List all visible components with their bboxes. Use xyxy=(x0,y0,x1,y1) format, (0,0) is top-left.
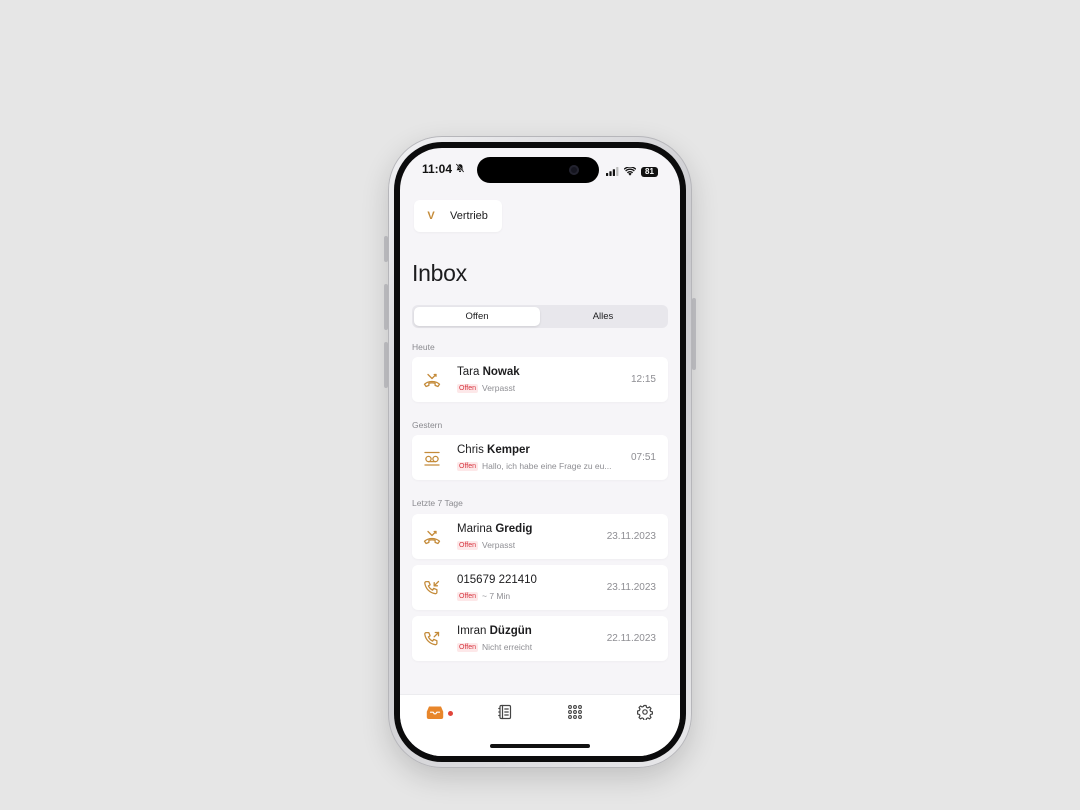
row-time: 23.11.2023 xyxy=(606,531,656,542)
status-badge: Offen xyxy=(457,540,478,550)
status-time-text: 11:04 xyxy=(422,162,453,176)
stage: 11:04 81 V Vertrieb Inbox Offen Alles He… xyxy=(0,0,1080,810)
contact-name: Marina Gredig xyxy=(457,523,532,535)
row-meta: Offen Hallo, ich habe eine Frage zu eu..… xyxy=(457,461,611,471)
filter-tab-offen[interactable]: Offen xyxy=(414,307,540,326)
section-title-letzte-7-tage: Letzte 7 Tage xyxy=(412,498,463,508)
section-title-gestern: Gestern xyxy=(412,420,443,430)
incoming-call-icon xyxy=(421,577,443,599)
battery-icon: 81 xyxy=(641,167,658,177)
dynamic-island xyxy=(477,157,599,183)
signal-icon xyxy=(606,163,619,181)
contact-last-name: Gredig xyxy=(495,523,533,535)
inbox-row[interactable]: Imran Düzgün Offen Nicht erreicht 22.11.… xyxy=(412,616,668,661)
status-bar-time: 11:04 xyxy=(422,162,465,176)
row-meta: Offen Verpasst xyxy=(457,383,515,393)
row-detail: Nicht erreicht xyxy=(482,642,533,652)
row-detail: Hallo, ich habe eine Frage zu eu... xyxy=(482,461,612,471)
contact-name: Chris Kemper xyxy=(457,444,530,456)
inbox-icon xyxy=(426,704,444,725)
inbox-row[interactable]: Marina Gredig Offen Verpasst 23.11.2023 xyxy=(412,514,668,559)
tab-dialpad[interactable] xyxy=(560,703,590,725)
contact-phone-number: 015679 221410 xyxy=(457,574,537,586)
contact-first-name: Chris xyxy=(457,444,484,456)
row-time: 07:51 xyxy=(630,452,656,463)
status-badge: Offen xyxy=(457,591,478,601)
contact-last-name: Kemper xyxy=(487,444,530,456)
row-meta: Offen Verpasst xyxy=(457,540,515,550)
missed-call-icon xyxy=(421,526,443,548)
row-detail: Verpasst xyxy=(482,540,516,550)
row-meta: Offen ~ 7 Min xyxy=(457,591,510,601)
status-badge: Offen xyxy=(457,383,478,393)
tab-settings[interactable] xyxy=(630,703,660,725)
dialpad-icon xyxy=(567,704,583,725)
filter-segmented-control: Offen Alles xyxy=(412,305,668,328)
status-bar-right: 81 xyxy=(606,163,658,181)
contact-last-name: Düzgün xyxy=(489,625,532,637)
front-camera xyxy=(569,165,579,175)
power-button xyxy=(692,298,696,370)
missed-call-icon xyxy=(421,369,443,391)
contact-last-name: Nowak xyxy=(482,366,520,378)
home-indicator[interactable] xyxy=(490,744,590,748)
row-detail: ~ 7 Min xyxy=(482,591,511,601)
phone-screen: 11:04 81 V Vertrieb Inbox Offen Alles He… xyxy=(400,148,680,756)
page-title: Inbox xyxy=(412,260,467,286)
inbox-row[interactable]: Tara Nowak Offen Verpasst 12:15 xyxy=(412,357,668,402)
workspace-name: Vertrieb xyxy=(450,210,488,222)
filter-tab-alles[interactable]: Alles xyxy=(540,307,666,326)
inbox-row[interactable]: Chris Kemper Offen Hallo, ich habe eine … xyxy=(412,435,668,480)
row-detail: Verpasst xyxy=(482,383,516,393)
row-time: 23.11.2023 xyxy=(606,582,656,593)
outgoing-call-icon xyxy=(421,628,443,650)
contacts-book-icon xyxy=(497,704,513,725)
notification-dot xyxy=(448,711,453,716)
bell-slash-icon xyxy=(455,162,465,176)
contact-first-name: Imran xyxy=(457,625,487,637)
workspace-switcher[interactable]: V Vertrieb xyxy=(414,200,502,232)
contact-first-name: Tara xyxy=(457,366,480,378)
contact-name: Imran Düzgün xyxy=(457,625,532,637)
tab-inbox[interactable] xyxy=(420,703,453,725)
workspace-avatar: V xyxy=(427,210,435,222)
inbox-row[interactable]: 015679 221410 Offen ~ 7 Min 23.11.2023 xyxy=(412,565,668,610)
contact-first-name: Marina xyxy=(457,523,493,535)
row-meta: Offen Nicht erreicht xyxy=(457,642,532,652)
contact-name: 015679 221410 xyxy=(457,574,537,586)
status-badge: Offen xyxy=(457,461,478,471)
contact-name: Tara Nowak xyxy=(457,366,520,378)
section-title-heute: Heute xyxy=(412,342,435,352)
tab-contacts[interactable] xyxy=(490,703,520,725)
voicemail-icon xyxy=(421,447,443,469)
wifi-icon xyxy=(623,163,637,181)
row-time: 12:15 xyxy=(630,374,656,385)
status-badge: Offen xyxy=(457,642,478,652)
gear-icon xyxy=(637,704,653,725)
row-time: 22.11.2023 xyxy=(606,633,656,644)
